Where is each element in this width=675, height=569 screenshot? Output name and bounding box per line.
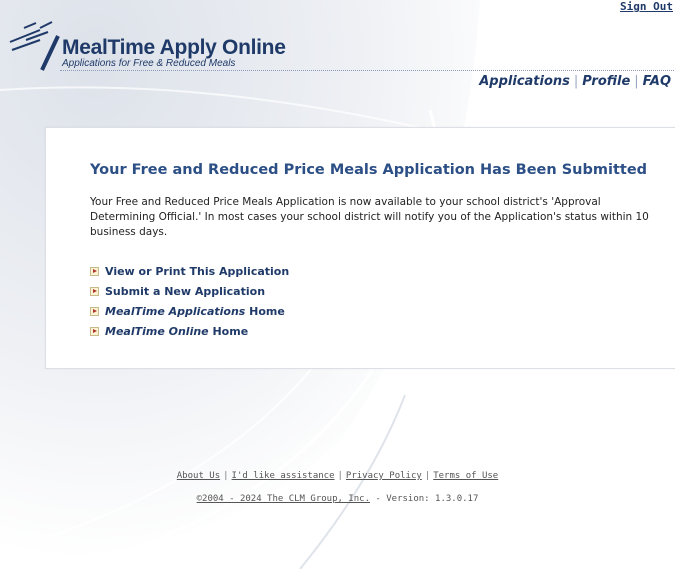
submit-new-application-link[interactable]: Submit a New Application (90, 281, 289, 301)
footer-assistance-link[interactable]: I'd like assistance (232, 471, 335, 481)
mealtime-online-home-link[interactable]: MealTime Online Home (90, 321, 289, 341)
mealtime-applications-home-link[interactable]: MealTime Applications Home (90, 301, 289, 321)
action-label-suffix: Home (245, 304, 285, 318)
arrow-right-icon (90, 326, 99, 336)
logo-tagline: Applications for Free & Reduced Meals (62, 58, 236, 69)
action-label-italic: MealTime Online (105, 324, 209, 338)
footer-about-us-link[interactable]: About Us (177, 471, 220, 481)
nav-applications[interactable]: Applications (479, 74, 570, 89)
arrow-right-icon (90, 286, 99, 296)
confirmation-card: Your Free and Reduced Price Meals Applic… (45, 127, 675, 369)
nav-separator: | (634, 74, 639, 89)
footer-privacy-policy-link[interactable]: Privacy Policy (346, 471, 422, 481)
action-label-suffix: Home (208, 324, 249, 338)
version-text: - Version: 1.3.0.17 (370, 494, 479, 504)
view-print-application-link[interactable]: View or Print This Application (90, 261, 289, 281)
nav-profile[interactable]: Profile (582, 74, 630, 89)
arrow-right-icon (90, 266, 99, 276)
action-label: Submit a New Application (105, 284, 266, 298)
footer-separator: | (337, 471, 343, 481)
sign-out-link[interactable]: Sign Out (620, 0, 673, 13)
page-title: Your Free and Reduced Price Meals Applic… (90, 162, 648, 178)
arrow-right-icon (90, 306, 99, 316)
logo-title: MealTime Apply Online (62, 36, 286, 59)
logo-divider (60, 70, 675, 71)
copyright-link[interactable]: ©2004 - 2024 The CLM Group, Inc. (197, 494, 370, 504)
action-label-italic: MealTime Applications (105, 304, 246, 318)
footer-copyright: ©2004 - 2024 The CLM Group, Inc. - Versi… (0, 494, 675, 504)
nav-faq[interactable]: FAQ (643, 74, 671, 89)
logo: MealTime Apply Online Applications for F… (6, 18, 675, 74)
confirmation-message: Your Free and Reduced Price Meals Applic… (90, 196, 649, 238)
nav-separator: | (573, 74, 579, 89)
footer-separator: | (424, 471, 431, 481)
top-nav: Applications | Profile | FAQ (479, 74, 671, 89)
action-label: View or Print This Application (105, 264, 290, 278)
action-list: View or Print This Application Submit a … (90, 261, 289, 341)
footer-terms-of-use-link[interactable]: Terms of Use (433, 471, 498, 481)
footer-separator: | (223, 471, 229, 481)
footer-links: About Us | I'd like assistance | Privacy Pol… (0, 471, 675, 481)
